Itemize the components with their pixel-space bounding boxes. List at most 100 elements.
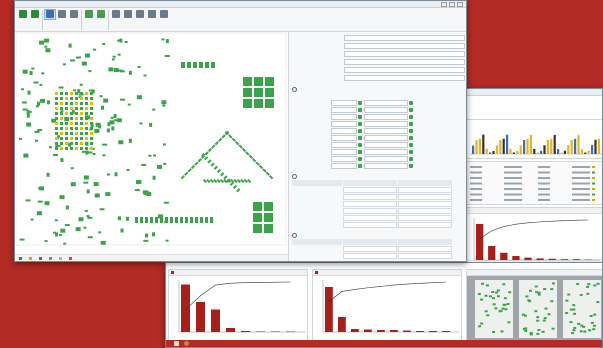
tool-icon [97, 10, 105, 18]
pad [59, 234, 63, 237]
app-icon[interactable] [184, 341, 189, 346]
ribbon-button[interactable] [30, 10, 40, 19]
property-field[interactable] [344, 51, 465, 57]
grid-field[interactable] [364, 163, 408, 169]
pad [90, 97, 93, 100]
table-cell[interactable] [398, 215, 452, 221]
pad [567, 293, 571, 296]
table-cell[interactable] [343, 222, 397, 228]
pad [213, 178, 218, 184]
property-field[interactable] [344, 75, 465, 81]
grid-field[interactable] [331, 114, 357, 120]
pad [214, 141, 219, 146]
pad [78, 217, 84, 222]
pad [85, 150, 89, 155]
maximize-button[interactable] [449, 1, 455, 7]
table-cell[interactable] [398, 208, 452, 214]
grid-field[interactable] [331, 100, 357, 106]
table-cell[interactable] [343, 208, 397, 214]
pad [80, 137, 83, 140]
pad [592, 324, 596, 327]
grid-field[interactable] [364, 135, 408, 141]
table-cell[interactable] [343, 187, 397, 193]
pcb-layout[interactable] [15, 32, 288, 246]
ribbon-button[interactable] [147, 10, 157, 19]
ribbon-button[interactable] [111, 10, 121, 19]
pad [25, 199, 31, 202]
grid-field[interactable] [331, 107, 357, 113]
grid-field[interactable] [364, 121, 408, 127]
ribbon-button[interactable] [123, 10, 133, 19]
pad [76, 56, 82, 59]
table-cell[interactable] [343, 201, 397, 207]
tool-icon [58, 10, 66, 18]
pad [85, 107, 88, 110]
grid-field[interactable] [331, 163, 357, 169]
table-cell[interactable] [398, 194, 452, 200]
pad [80, 102, 83, 105]
histogram-bar [489, 152, 492, 154]
status-icon [358, 108, 362, 112]
pcb-canvas[interactable] [15, 32, 288, 254]
table-cell[interactable] [398, 253, 452, 259]
table-cell[interactable] [343, 246, 397, 252]
grid-field[interactable] [364, 156, 408, 162]
pareto-bar [196, 302, 205, 332]
grid-field[interactable] [331, 121, 357, 127]
table-cell[interactable] [398, 246, 452, 252]
grid-field[interactable] [331, 135, 357, 141]
expand-icon[interactable] [292, 173, 297, 179]
table-cell[interactable] [343, 194, 397, 200]
close-button[interactable] [457, 1, 463, 7]
grid-field[interactable] [364, 114, 408, 120]
pad [55, 117, 58, 120]
pad [44, 240, 48, 243]
grid-field[interactable] [331, 142, 357, 148]
start-icon[interactable] [174, 341, 179, 346]
pad [39, 186, 45, 191]
ribbon-button[interactable] [96, 10, 106, 19]
table-cell[interactable] [398, 201, 452, 207]
ribbon-button[interactable] [84, 10, 94, 19]
pad [586, 292, 590, 295]
stats-table [463, 161, 602, 205]
pad [94, 193, 100, 198]
pad [65, 142, 68, 145]
property-field[interactable] [344, 35, 465, 41]
property-field[interactable] [344, 59, 465, 65]
grid-field[interactable] [364, 142, 408, 148]
grid-field[interactable] [364, 149, 408, 155]
stat-text [470, 188, 482, 190]
grid-field[interactable] [331, 149, 357, 155]
stat-text [538, 171, 550, 174]
ribbon-button[interactable] [159, 10, 169, 19]
ribbon-button[interactable] [44, 9, 56, 20]
grid-field[interactable] [364, 128, 408, 134]
property-field[interactable] [344, 67, 465, 73]
table-cell[interactable] [398, 187, 452, 193]
pad [232, 184, 238, 190]
pad [152, 108, 156, 111]
ribbon-button[interactable] [69, 10, 79, 19]
ribbon-button[interactable] [18, 10, 28, 19]
pad [105, 192, 111, 197]
grid-field[interactable] [331, 156, 357, 162]
ribbon-button[interactable] [135, 10, 145, 19]
pad [75, 92, 78, 95]
table-cell[interactable] [343, 253, 397, 259]
histogram-bar [502, 138, 505, 154]
expand-icon[interactable] [292, 232, 297, 238]
table-cell[interactable] [398, 222, 452, 228]
grid-header [331, 93, 357, 99]
expand-icon[interactable] [292, 86, 297, 92]
histogram-bar [506, 134, 509, 154]
table-cell[interactable] [343, 215, 397, 221]
ribbon-button[interactable] [57, 10, 67, 19]
minimize-button[interactable] [441, 1, 447, 7]
grid-field[interactable] [364, 100, 408, 106]
grid-field[interactable] [364, 107, 408, 113]
grid-field[interactable] [331, 128, 357, 134]
property-field[interactable] [344, 43, 465, 49]
pad [30, 218, 34, 221]
pad [75, 107, 78, 110]
